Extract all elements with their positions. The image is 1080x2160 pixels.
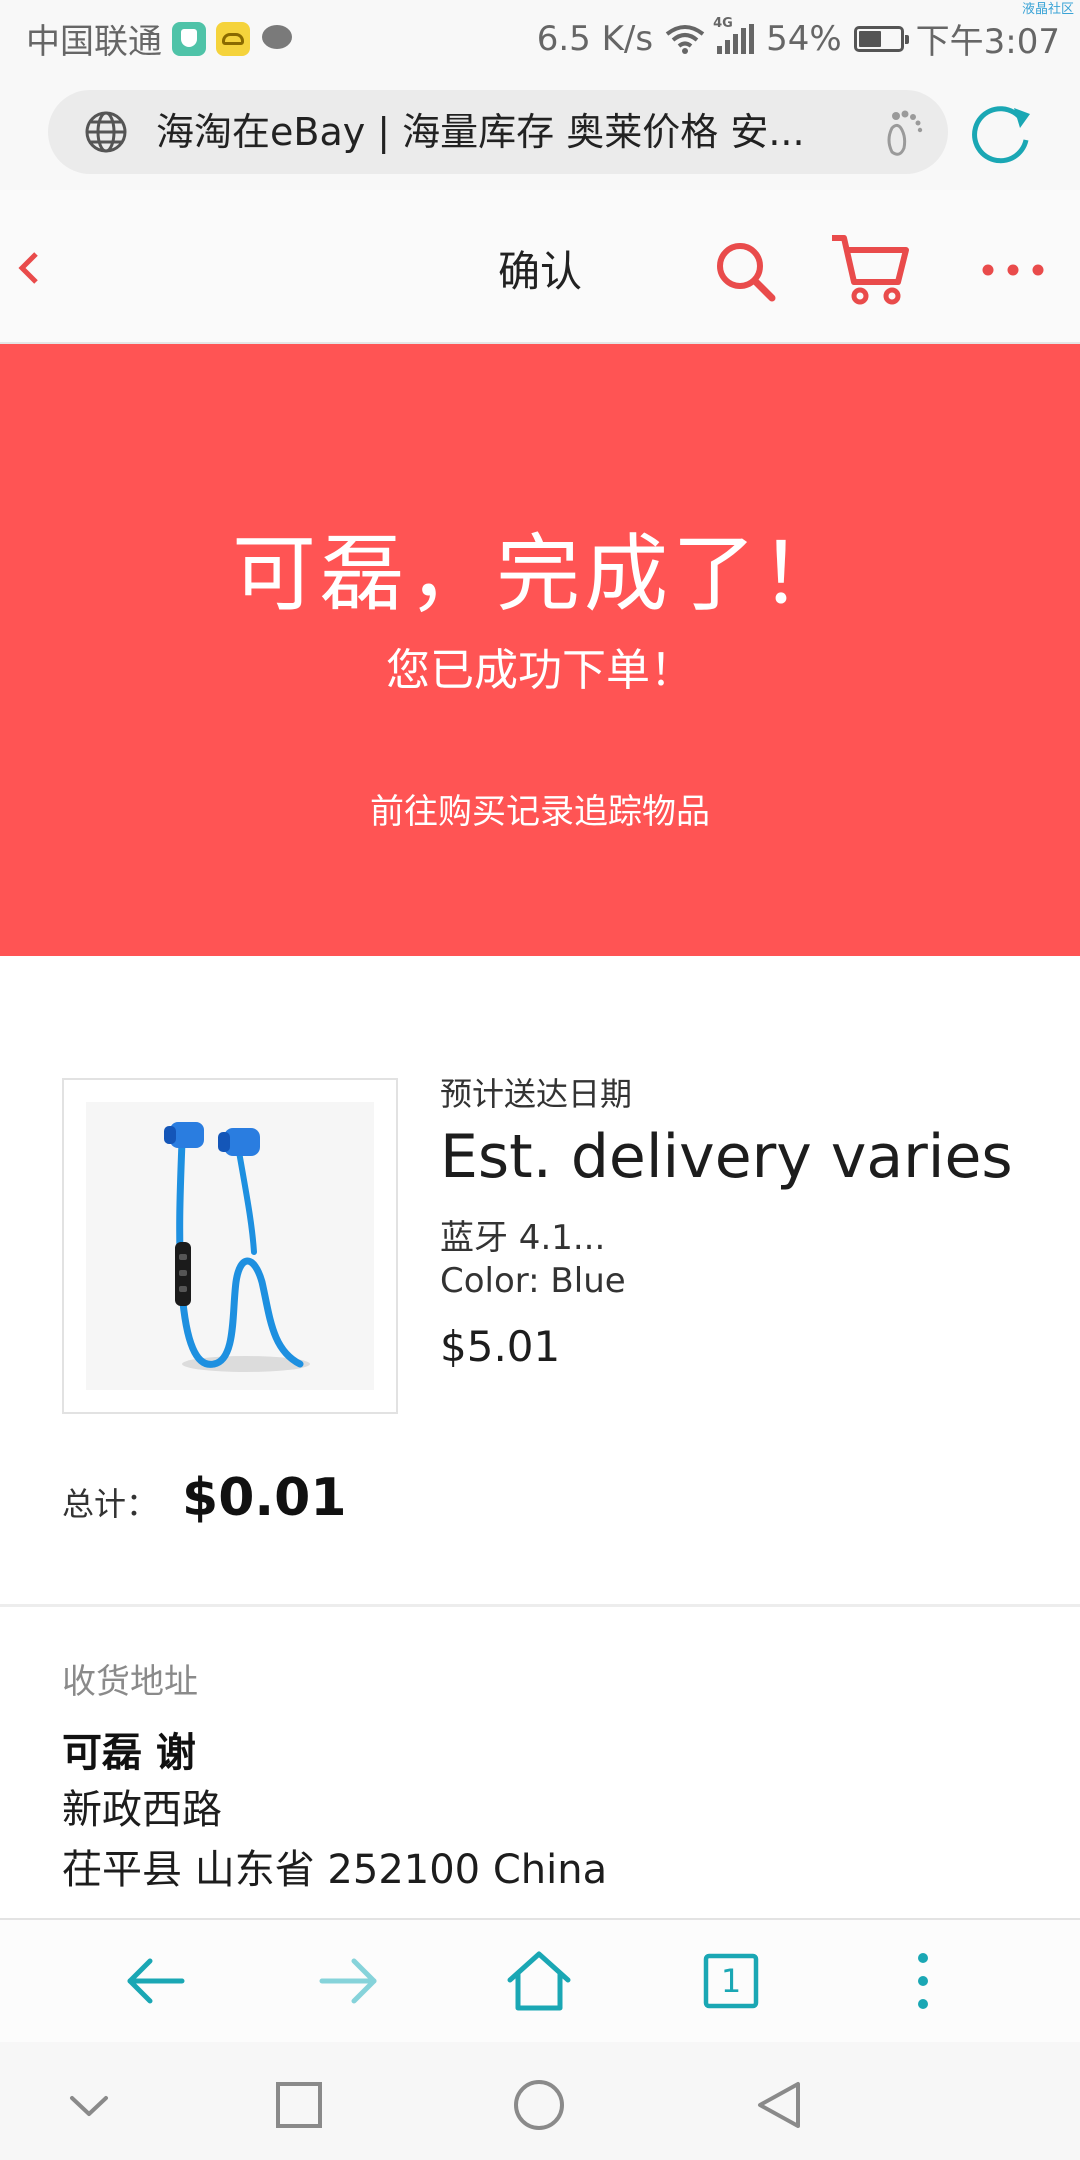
- page-header: 确认: [0, 190, 1080, 344]
- more-icon[interactable]: [980, 260, 1046, 280]
- banner-title: 可磊，完成了！: [231, 525, 848, 623]
- delivery-label: 预计送达日期: [440, 1075, 633, 1113]
- shield-app-icon: [172, 21, 206, 56]
- tab-count: 1: [720, 1962, 742, 2000]
- chat-app-icon: [260, 22, 294, 56]
- car-app-icon: [216, 21, 250, 56]
- url-field[interactable]: 海淘在eBay | 海量库存 奥莱价格 安...: [48, 90, 948, 174]
- recents-icon[interactable]: [272, 2078, 326, 2132]
- item-thumbnail[interactable]: [62, 1078, 398, 1414]
- url-title[interactable]: 海淘在eBay | 海量库存 奥莱价格 安...: [156, 110, 876, 154]
- signal-icon: 4G: [713, 16, 755, 54]
- browser-toolbar: 1: [0, 1918, 1080, 2044]
- battery-icon: [853, 25, 909, 52]
- item-name[interactable]: 蓝牙 4.1...: [440, 1216, 1060, 1260]
- recipient-name: 可磊 谢: [62, 1730, 196, 1776]
- wifi-icon: [665, 24, 705, 54]
- order-total: 总计： $0.01: [62, 1468, 347, 1528]
- menu-dots-icon[interactable]: [890, 1948, 956, 2014]
- address-title: 收货地址: [62, 1662, 198, 1702]
- status-bar: 中国联通 6.5 K/s 4G 54% 下午3:07 液晶社区: [0, 0, 1080, 76]
- status-left: 中国联通: [26, 14, 294, 63]
- item-info: 预计送达日期 Est. delivery varies 蓝牙 4.1... Co…: [440, 1074, 1060, 1374]
- cart-icon[interactable]: [828, 232, 912, 308]
- total-label: 总计：: [62, 1485, 159, 1523]
- delivery-value: Est. delivery varies: [440, 1122, 1013, 1192]
- network-type: 4G: [713, 15, 733, 31]
- item-color: Color: Blue: [440, 1261, 626, 1301]
- address-line-1: 新政西路: [62, 1787, 222, 1833]
- shipping-address: 收货地址 可磊 谢 新政西路 茌平县 山东省 252100 China: [62, 1660, 1022, 1900]
- address-line-2: 茌平县 山东省 252100 China: [62, 1847, 608, 1893]
- banner-subtitle: 您已成功下单！: [386, 645, 694, 696]
- collapse-icon[interactable]: [62, 2078, 116, 2132]
- search-icon[interactable]: [712, 238, 778, 304]
- network-speed: 6.5 K/s: [536, 18, 654, 59]
- globe-icon: [85, 111, 127, 153]
- tabs-button[interactable]: 1: [698, 1948, 764, 2014]
- home-circle-icon[interactable]: [512, 2078, 566, 2132]
- reload-icon[interactable]: [970, 100, 1036, 166]
- success-banner: 可磊，完成了！ 您已成功下单！ 前往购买记录追踪物品: [0, 344, 1080, 956]
- footprint-icon[interactable]: [876, 106, 926, 158]
- battery-fill: [858, 30, 881, 47]
- status-right: 6.5 K/s 4G 54% 下午3:07: [537, 14, 1060, 63]
- back-arrow-icon[interactable]: [122, 1948, 188, 2014]
- item-price: $5.01: [440, 1322, 561, 1371]
- back-triangle-icon[interactable]: [752, 2078, 806, 2132]
- battery-percent: 54%: [766, 18, 842, 59]
- item-image: [86, 1102, 374, 1390]
- address-bar-row: 海淘在eBay | 海量库存 奥莱价格 安...: [0, 76, 1080, 190]
- home-icon[interactable]: [506, 1948, 572, 2014]
- earphones-icon: [164, 1122, 310, 1372]
- carrier-label: 中国联通: [26, 22, 162, 62]
- clock: 下午3:07: [915, 22, 1060, 62]
- total-value: $0.01: [182, 1468, 347, 1528]
- forward-arrow-icon[interactable]: [316, 1948, 382, 2014]
- system-navigation: [0, 2042, 1080, 2160]
- track-purchases-link[interactable]: 前往购买记录追踪物品: [0, 790, 1080, 834]
- page-title: 确认: [497, 247, 582, 296]
- watermark: 液晶社区: [1021, 2, 1074, 17]
- order-summary: 预计送达日期 Est. delivery varies 蓝牙 4.1... Co…: [0, 956, 1080, 1607]
